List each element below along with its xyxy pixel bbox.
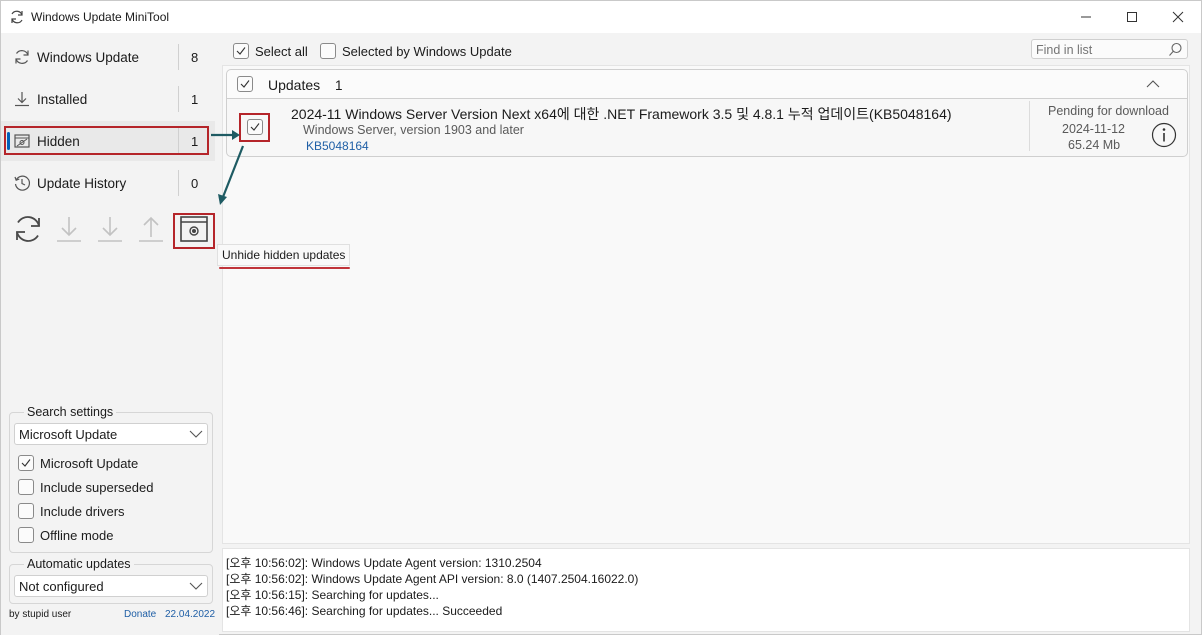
automatic-updates-dropdown[interactable]: Not configured — [14, 575, 208, 597]
install-button[interactable] — [92, 211, 128, 247]
sidebar-item-count: 0 — [191, 176, 199, 191]
sidebar-item-windows-update[interactable]: Windows Update 8 — [1, 37, 215, 77]
option-label: Offline mode — [40, 528, 114, 543]
annotation-arrows — [211, 130, 245, 205]
search-source-dropdown[interactable]: Microsoft Update — [14, 423, 208, 445]
group-label: Updates — [268, 77, 321, 93]
search-icon[interactable] — [1168, 42, 1183, 57]
update-date: 2024-11-12 — [1062, 122, 1126, 136]
window-title: Windows Update MiniTool — [31, 10, 170, 24]
title-bar: Windows Update MiniTool — [1, 1, 1201, 33]
automatic-updates-group: Automatic updates Not configured — [9, 557, 213, 604]
refresh-icon — [16, 216, 40, 242]
version-date-link[interactable]: 22.04.2022 — [165, 609, 215, 620]
divider — [1029, 101, 1030, 151]
close-button[interactable] — [1155, 1, 1201, 33]
search-input[interactable] — [1036, 42, 1166, 57]
log-panel: [오후 10:56:02]: Windows Update Agent vers… — [222, 548, 1190, 632]
divider — [178, 44, 179, 70]
log-line: [오후 10:56:02]: Windows Update Agent vers… — [226, 556, 542, 570]
install-icon — [98, 217, 122, 242]
automatic-updates-title: Automatic updates — [24, 557, 134, 571]
search-settings-title: Search settings — [24, 405, 117, 419]
checkbox-checked[interactable] — [18, 455, 34, 471]
sidebar-item-label: Installed — [37, 92, 88, 107]
checkbox-checked[interactable] — [233, 43, 249, 59]
info-icon[interactable] — [1151, 122, 1177, 148]
dropdown-value: Microsoft Update — [19, 427, 118, 442]
chevron-up-icon[interactable] — [1145, 78, 1161, 90]
refresh-button[interactable] — [10, 211, 46, 247]
app-refresh-icon — [9, 9, 25, 25]
chevron-down-icon — [189, 580, 203, 592]
update-size: 65.24 Mb — [1068, 138, 1121, 152]
update-kb-link[interactable]: KB5048164 — [306, 139, 369, 153]
sidebar: Windows Update 8 Installed 1 Hidden 1 Up… — [1, 33, 219, 635]
download-icon — [57, 217, 81, 242]
chevron-down-icon — [189, 428, 203, 440]
selected-by-wu-label: Selected by Windows Update — [342, 44, 512, 59]
sidebar-item-label: Windows Update — [37, 50, 140, 65]
close-icon — [1172, 11, 1184, 23]
refresh-icon — [13, 48, 31, 66]
update-row[interactable]: 2024-11 Windows Server Version Next x64에… — [226, 99, 1188, 157]
author-label: by stupid user — [9, 609, 72, 620]
annotation-highlight-hidden — [4, 126, 209, 155]
history-icon — [13, 174, 31, 192]
checkbox[interactable] — [320, 43, 336, 59]
uninstall-button[interactable] — [133, 211, 169, 247]
update-list: Updates 1 2024-11 Windows Server Version… — [222, 65, 1190, 544]
upload-icon — [139, 216, 163, 242]
sidebar-item-label: Update History — [37, 176, 127, 191]
select-all-label: Select all — [255, 44, 308, 59]
update-title: 2024-11 Windows Server Version Next x64에… — [291, 106, 952, 122]
checkbox[interactable] — [18, 479, 34, 495]
group-count: 1 — [335, 78, 343, 93]
search-settings-group: Search settings Microsoft Update Microso… — [9, 405, 213, 553]
annotation-underline — [219, 267, 350, 269]
sidebar-item-update-history[interactable]: Update History 0 — [1, 163, 215, 203]
search-field[interactable] — [1031, 39, 1188, 59]
app-window: Windows Update MiniTool Windows Update 8… — [0, 0, 1202, 635]
donate-link[interactable]: Donate — [124, 609, 156, 620]
sidebar-item-count: 1 — [191, 92, 199, 107]
updates-group-header[interactable]: Updates 1 — [226, 69, 1188, 99]
log-line: [오후 10:56:15]: Searching for updates... — [226, 588, 439, 602]
group-checkbox-checked[interactable] — [237, 76, 253, 92]
update-status: Pending for download — [1048, 104, 1169, 118]
divider — [178, 170, 179, 196]
maximize-button[interactable] — [1109, 1, 1155, 33]
download-icon — [13, 90, 31, 108]
option-label: Include superseded — [40, 480, 154, 495]
sidebar-item-installed[interactable]: Installed 1 — [1, 79, 215, 119]
maximize-icon — [1127, 12, 1137, 22]
update-product: Windows Server, version 1903 and later — [303, 123, 524, 137]
minimize-button[interactable] — [1063, 1, 1109, 33]
option-label: Include drivers — [40, 504, 125, 519]
dropdown-value: Not configured — [19, 579, 104, 594]
log-line: [오후 10:56:46]: Searching for updates... … — [226, 604, 503, 618]
minimize-icon — [1081, 16, 1091, 18]
checkbox[interactable] — [18, 527, 34, 543]
option-label: Microsoft Update — [40, 456, 139, 471]
unhide-tooltip: Unhide hidden updates — [217, 244, 351, 266]
log-line: [오후 10:56:02]: Windows Update Agent API … — [226, 572, 639, 586]
annotation-highlight-unhide — [173, 213, 215, 249]
sidebar-item-count: 8 — [191, 50, 199, 65]
divider — [178, 86, 179, 112]
checkbox[interactable] — [18, 503, 34, 519]
download-button[interactable] — [51, 211, 87, 247]
